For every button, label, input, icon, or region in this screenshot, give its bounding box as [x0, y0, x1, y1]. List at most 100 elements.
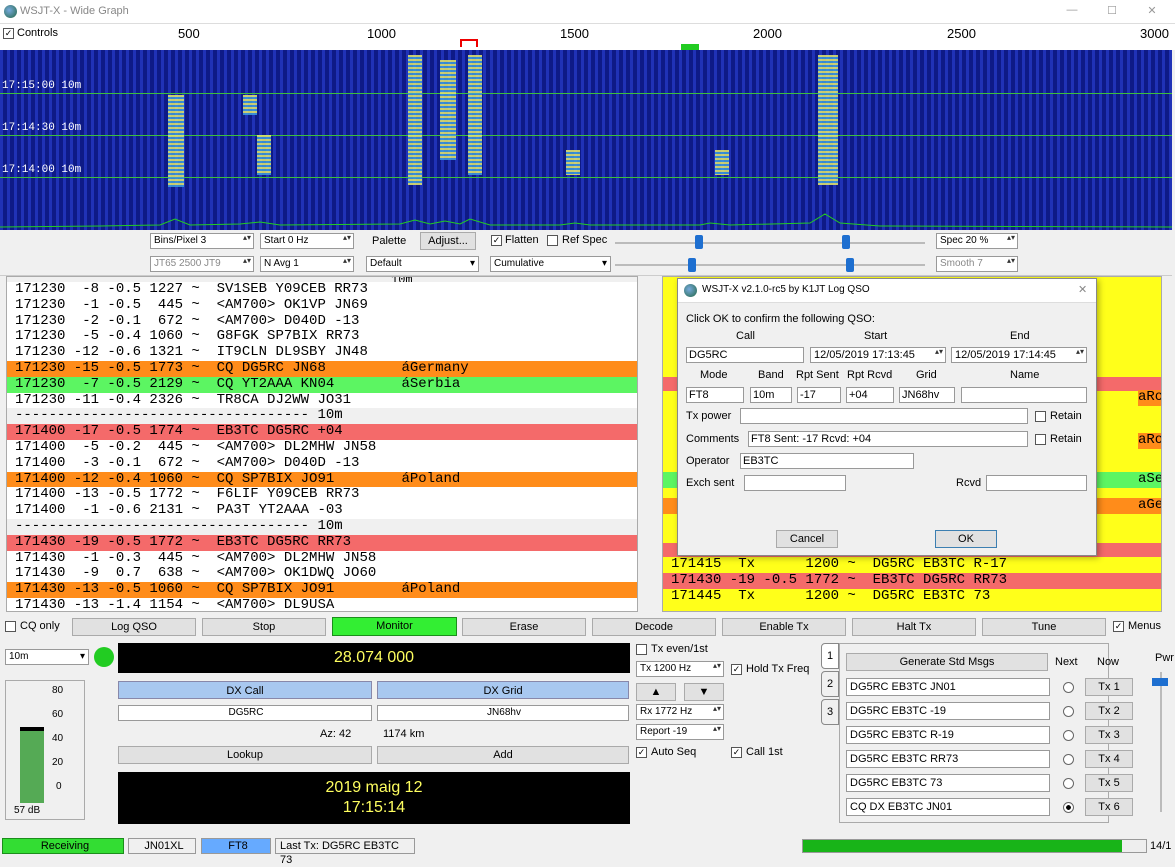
tx-message-field[interactable]: DG5RC EB3TC RR73: [846, 750, 1050, 768]
operator-field[interactable]: EB3TC: [740, 453, 914, 469]
band-separator[interactable]: ----------------------------------- 10m: [7, 518, 637, 535]
decode-row[interactable]: 171230 -5 -0.4 1060 ~ G8FGK SP7BIX RR73: [7, 329, 637, 345]
tx-message-field[interactable]: DG5RC EB3TC 73: [846, 774, 1050, 792]
down-button[interactable]: ▼: [684, 683, 724, 701]
cancel-button[interactable]: Cancel: [776, 530, 838, 548]
gain-slider-track[interactable]: [615, 242, 925, 244]
jt65-spinbox[interactable]: JT65 2500 JT9: [150, 256, 254, 272]
dx-call-field[interactable]: DG5RC: [118, 705, 372, 721]
auto-seq-checkbox[interactable]: ✓: [636, 747, 647, 758]
palette-combo[interactable]: Default: [366, 256, 479, 272]
add-button[interactable]: Add: [377, 746, 629, 764]
cq-only-checkbox[interactable]: [5, 621, 16, 632]
call-field[interactable]: DG5RC: [686, 347, 804, 363]
tx-message-field[interactable]: DG5RC EB3TC JN01: [846, 678, 1050, 696]
generate-std-msgs-button[interactable]: Generate Std Msgs: [846, 653, 1048, 671]
decode-row[interactable]: 171230 -2 -0.1 672 ~ <AM700> D040D -13: [7, 313, 637, 330]
up-button[interactable]: ▲: [636, 683, 676, 701]
decode-row[interactable]: 171230 -12 -0.6 1321 ~ IT9CLN DL9SBY JN4…: [7, 344, 637, 361]
tx-message-field[interactable]: CQ DX EB3TC JN01: [846, 798, 1050, 816]
tx-now-button[interactable]: Tx 4: [1085, 750, 1133, 768]
maximize-button[interactable]: ☐: [1102, 4, 1122, 20]
next-radio[interactable]: [1063, 706, 1074, 717]
n-avg-spinbox[interactable]: N Avg 1: [260, 256, 354, 272]
decode-row[interactable]: 171400 -12 -0.4 1060 ~ CQ SP7BIX JO91 áP…: [7, 471, 637, 488]
tx-even-checkbox[interactable]: [636, 644, 647, 655]
tx-message-field[interactable]: DG5RC EB3TC -19: [846, 702, 1050, 720]
band-separator[interactable]: ----------------------------------- 10m: [7, 408, 637, 425]
tx-power-field[interactable]: [740, 408, 1028, 424]
next-radio[interactable]: [1063, 730, 1074, 741]
decode-row[interactable]: 171430 -19 -0.5 1772 ~ EB3TC DG5RC RR73: [7, 534, 637, 551]
decode-row[interactable]: 171400 -17 -0.5 1774 ~ EB3TC DG5RC +04: [7, 423, 637, 440]
start-spinbox[interactable]: Start 0 Hz: [260, 233, 354, 249]
next-radio[interactable]: [1063, 802, 1074, 813]
retain-comments-checkbox[interactable]: [1035, 434, 1046, 445]
decode-row[interactable]: 171230 -15 -0.5 1773 ~ CQ DG5RC JN68 áGe…: [7, 360, 637, 377]
lookup-button[interactable]: Lookup: [118, 746, 372, 764]
tx-now-button[interactable]: Tx 2: [1085, 702, 1133, 720]
gain-slider[interactable]: [695, 235, 703, 249]
name-field[interactable]: [961, 387, 1087, 403]
decode-row[interactable]: 171230 -1 -0.5 445 ~ <AM700> OK1VP JN69: [7, 297, 637, 314]
power-slider-track[interactable]: [1160, 672, 1162, 812]
gain2-slider[interactable]: [688, 258, 696, 272]
hold-tx-checkbox[interactable]: ✓: [731, 664, 742, 675]
log-qso-button[interactable]: Log QSO: [72, 618, 196, 636]
close-button[interactable]: ✕: [1142, 4, 1162, 20]
power-slider[interactable]: [1152, 678, 1168, 686]
smooth-spinbox[interactable]: Smooth 7: [936, 256, 1018, 272]
tx-now-button[interactable]: Tx 6: [1085, 798, 1133, 816]
tx-message-field[interactable]: DG5RC EB3TC R-19: [846, 726, 1050, 744]
zero-slider[interactable]: [842, 235, 850, 249]
tx-now-button[interactable]: Tx 5: [1085, 774, 1133, 792]
ref-spec-checkbox[interactable]: [547, 235, 558, 246]
start-datetime[interactable]: 12/05/2019 17:13:45: [810, 347, 946, 363]
enable-tx-button[interactable]: Enable Tx: [722, 618, 846, 636]
end-datetime[interactable]: 12/05/2019 17:14:45: [951, 347, 1087, 363]
decode-row[interactable]: 171430 -9 0.7 638 ~ <AM700> OK1DWQ JO60: [7, 566, 637, 582]
decode-row[interactable]: 171230 -11 -0.4 2326 ~ TR8CA DJ2WW JO31: [7, 392, 637, 409]
controls-checkbox[interactable]: ✓: [3, 28, 14, 39]
monitor-button[interactable]: Monitor: [332, 617, 457, 636]
frequency-scale[interactable]: ✓ Controls 500 1000 1500 2000 2500 3000: [0, 24, 1175, 50]
adjust-button[interactable]: Adjust...: [420, 232, 476, 250]
rpt-sent-field[interactable]: -17: [797, 387, 841, 403]
decode-row[interactable]: 171430 -13 -0.5 1060 ~ CQ SP7BIX JO91 áP…: [7, 581, 637, 598]
comments-field[interactable]: FT8 Sent: -17 Rcvd: +04: [748, 431, 1028, 447]
decode-row[interactable]: 171400 -13 -0.5 1772 ~ F6LIF Y09CEB RR73: [7, 487, 637, 503]
retain-power-checkbox[interactable]: [1035, 411, 1046, 422]
tune-button[interactable]: Tune: [982, 618, 1106, 636]
rx-decode-row[interactable]: 171430 -19 -0.5 1772 ~ EB3TC DG5RC RR73: [663, 572, 1161, 589]
tab-2[interactable]: 2: [821, 671, 839, 697]
stop-button[interactable]: Stop: [202, 618, 326, 636]
decode-row[interactable]: 171230 -8 -0.5 1227 ~ SV1SEB Y09CEB RR73: [7, 281, 637, 298]
cumulative-combo[interactable]: Cumulative: [490, 256, 611, 272]
rx-decode-row[interactable]: 171415 Tx 1200 ~ DG5RC EB3TC R-17: [663, 556, 1161, 573]
tab-1[interactable]: 1: [821, 643, 839, 669]
mode-field[interactable]: FT8: [686, 387, 744, 403]
decode-button[interactable]: Decode: [592, 618, 716, 636]
zero2-slider[interactable]: [846, 258, 854, 272]
band-activity-panel[interactable]: 10m 171230 -8 -0.5 1227 ~ SV1SEB Y09CEB …: [6, 276, 638, 612]
rcvd-field[interactable]: [986, 475, 1087, 491]
band-field[interactable]: 10m: [750, 387, 792, 403]
menus-checkbox[interactable]: ✓: [1113, 621, 1124, 632]
report-spinbox[interactable]: Report -19: [636, 724, 724, 740]
gain2-slider-track[interactable]: [615, 264, 925, 266]
bins-pixel-spinbox[interactable]: Bins/Pixel 3: [150, 233, 254, 249]
rx-freq-spinbox[interactable]: Rx 1772 Hz: [636, 704, 724, 720]
grid-field[interactable]: JN68hv: [899, 387, 955, 403]
tx-now-button[interactable]: Tx 3: [1085, 726, 1133, 744]
tab-3[interactable]: 3: [821, 699, 839, 725]
next-radio[interactable]: [1063, 754, 1074, 765]
rx-decode-row[interactable]: 171445 Tx 1200 ~ DG5RC EB3TC 73: [663, 588, 1161, 605]
next-radio[interactable]: [1063, 778, 1074, 789]
decode-row[interactable]: 171430 -1 -0.3 445 ~ <AM700> DL2MHW JN58: [7, 550, 637, 567]
tx-freq-spinbox[interactable]: Tx 1200 Hz: [636, 661, 724, 677]
band-activity-scrollbar[interactable]: [638, 276, 650, 612]
decode-row[interactable]: 171430 -13 -1.4 1154 ~ <AM700> DL9USA: [7, 597, 637, 611]
call-1st-checkbox[interactable]: ✓: [731, 747, 742, 758]
spec-spinbox[interactable]: Spec 20 %: [936, 233, 1018, 249]
ok-button[interactable]: OK: [935, 530, 997, 548]
